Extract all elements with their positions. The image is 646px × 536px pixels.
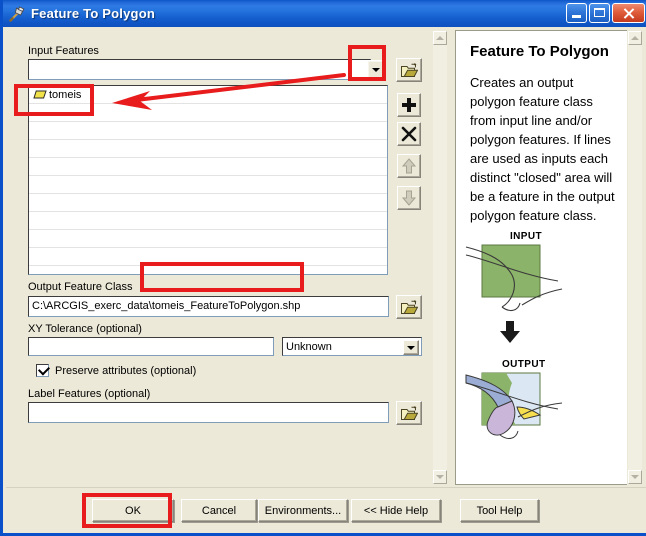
list-row-empty[interactable] (29, 194, 387, 212)
list-move-up-button[interactable] (397, 154, 421, 178)
open-folder-icon (400, 62, 418, 77)
label-features-browse-button[interactable] (396, 401, 422, 425)
help-scroll-down-button[interactable] (628, 470, 642, 484)
input-features-dropdown-button[interactable] (367, 60, 385, 79)
parameters-scroll-down-button[interactable] (433, 470, 447, 484)
help-scroll-up-button[interactable] (628, 31, 642, 45)
feature-to-polygon-diagram (465, 244, 563, 439)
help-description: Creates an output polygon feature class … (470, 75, 615, 223)
xy-tolerance-units-select[interactable]: Unknown (282, 337, 422, 356)
preserve-attributes-checkbox[interactable]: Preserve attributes (optional) (36, 363, 197, 377)
list-row-empty[interactable] (29, 122, 387, 140)
maximize-button[interactable] (589, 3, 610, 23)
screenshot-root: Feature To Polygon Input Features tomeis… (0, 0, 646, 536)
ok-button[interactable]: OK (92, 499, 174, 522)
tool-illustration: INPUT OUTPUT (462, 231, 634, 466)
input-features-browse-button[interactable] (396, 58, 422, 82)
chevron-down-icon (372, 67, 380, 72)
plus-icon (402, 98, 416, 112)
chevron-down-icon (436, 475, 444, 479)
checkbox-box (36, 363, 51, 377)
output-feature-class-browse-button[interactable] (396, 295, 422, 319)
diagram-output-label: OUTPUT (502, 359, 546, 370)
x-icon (401, 126, 417, 142)
list-move-down-button[interactable] (397, 186, 421, 210)
environments-button[interactable]: Environments... (258, 499, 348, 522)
check-icon (37, 363, 51, 376)
diagram-input-label: INPUT (510, 231, 542, 242)
parameters-pane: Input Features tomeis Output Feature Cla… (9, 30, 432, 485)
list-row-empty[interactable] (29, 248, 387, 266)
chevron-down-icon (631, 475, 639, 479)
chevron-up-icon (631, 36, 639, 40)
xy-tolerance-units-value: Unknown (286, 341, 332, 353)
arrow-up-icon (401, 158, 417, 174)
dialog-body: Input Features tomeis Output Feature Cla… (6, 27, 646, 533)
open-folder-icon (400, 299, 418, 314)
title-bar: Feature To Polygon (3, 0, 646, 27)
list-item-label: tomeis (49, 88, 82, 101)
list-row-empty[interactable] (29, 140, 387, 158)
help-title: Feature To Polygon (470, 43, 609, 60)
list-remove-button[interactable] (397, 122, 421, 146)
minimize-icon (572, 15, 581, 18)
arrow-down-icon (500, 321, 520, 343)
output-feature-class-field[interactable]: C:\ARCGIS_exerc_data\tomeis_FeatureToPol… (28, 296, 389, 317)
help-pane: Feature To Polygon Creates an output pol… (455, 30, 643, 485)
units-dropdown-button[interactable] (403, 340, 419, 355)
list-row-empty[interactable] (29, 212, 387, 230)
input-features-field[interactable] (28, 59, 371, 80)
window-title: Feature To Polygon (31, 6, 155, 21)
list-add-button[interactable] (397, 93, 421, 117)
chevron-down-icon (407, 345, 415, 350)
tool-help-button[interactable]: Tool Help (460, 499, 539, 522)
parameters-scroll-up-button[interactable] (433, 31, 447, 45)
hammer-tool-icon (8, 5, 26, 23)
window-controls (566, 3, 645, 23)
preserve-attributes-label: Preserve attributes (optional) (55, 364, 197, 377)
maximize-icon (594, 8, 605, 17)
close-button[interactable] (612, 3, 645, 23)
label-features-field[interactable] (28, 402, 389, 423)
help-scrollbar[interactable] (627, 30, 643, 485)
list-row-empty[interactable] (29, 230, 387, 248)
input-features-list[interactable]: tomeis (28, 85, 388, 275)
input-features-label: Input Features (28, 45, 99, 57)
list-row-empty[interactable] (29, 158, 387, 176)
chevron-up-icon (436, 36, 444, 40)
label-features-label: Label Features (optional) (28, 388, 151, 400)
output-feature-class-label: Output Feature Class (28, 281, 133, 293)
list-item[interactable]: tomeis (29, 86, 387, 104)
list-row-empty[interactable] (29, 104, 387, 122)
minimize-button[interactable] (566, 3, 587, 23)
polygon-layer-icon (33, 89, 47, 100)
cancel-button[interactable]: Cancel (181, 499, 257, 522)
xy-tolerance-field[interactable] (28, 337, 274, 356)
button-bar: OK Cancel Environments... << Hide Help T… (6, 487, 646, 533)
arrow-down-icon (401, 190, 417, 206)
open-folder-icon (400, 405, 418, 420)
dialog-window: Feature To Polygon Input Features tomeis… (0, 0, 646, 536)
parameters-scrollbar[interactable] (432, 30, 448, 485)
list-row-empty[interactable] (29, 176, 387, 194)
xy-tolerance-label: XY Tolerance (optional) (28, 323, 142, 335)
hide-help-button[interactable]: << Hide Help (351, 499, 441, 522)
